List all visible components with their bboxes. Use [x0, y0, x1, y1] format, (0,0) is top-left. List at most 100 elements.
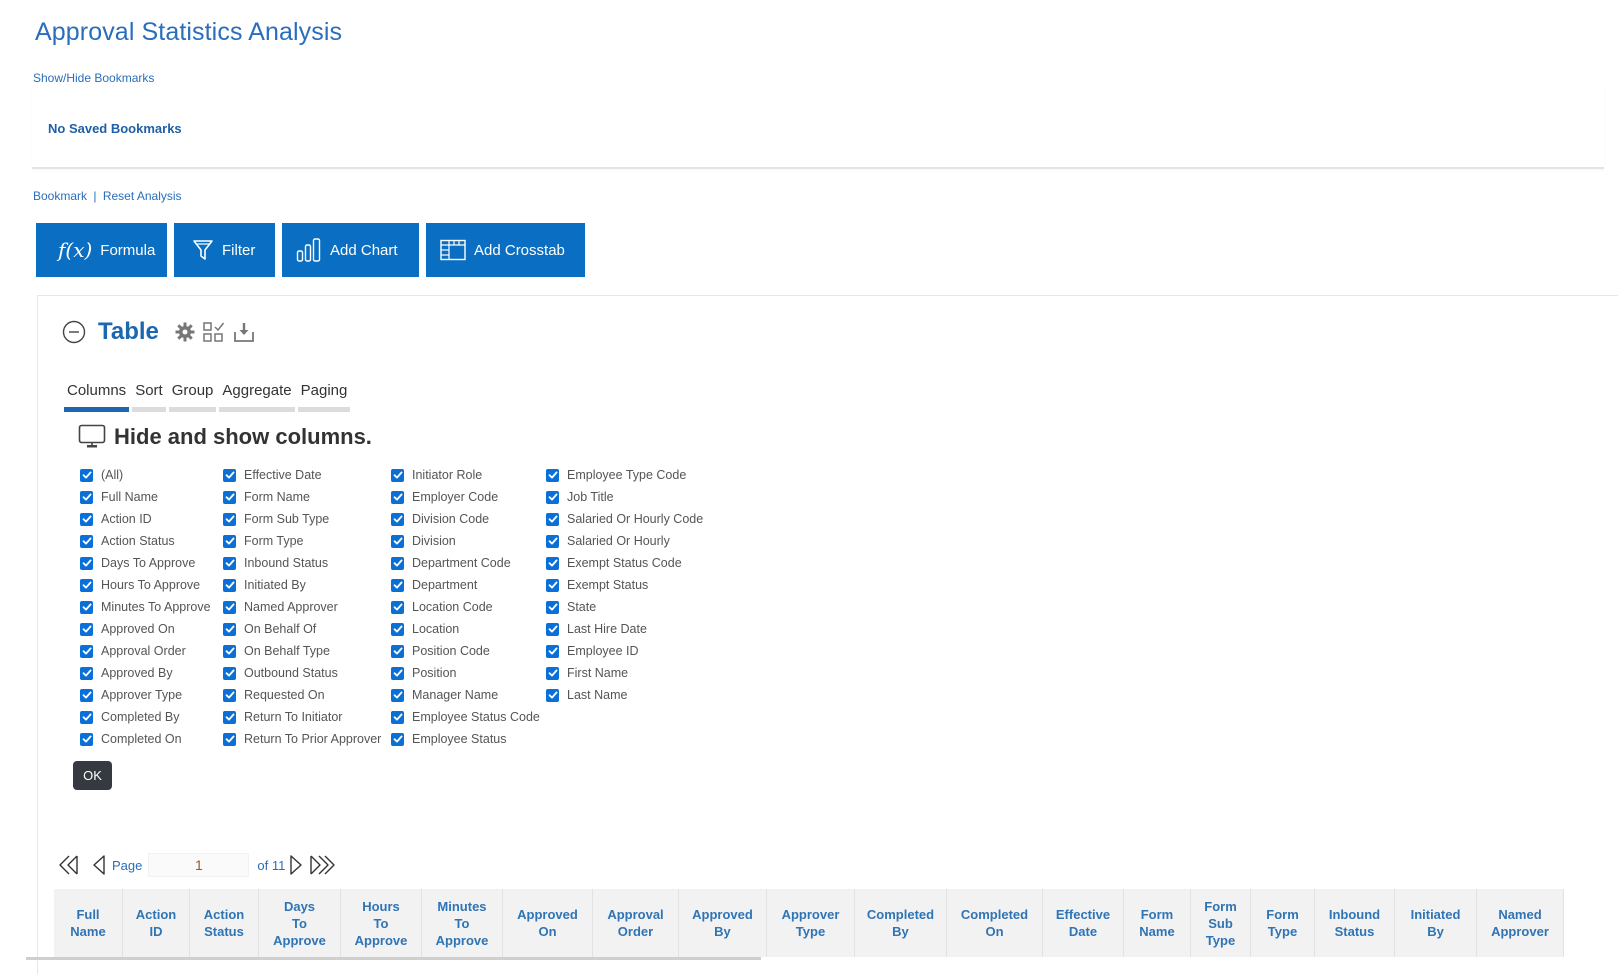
column-header[interactable]: Approval Order [593, 889, 679, 957]
checkbox-checked-icon[interactable] [80, 468, 93, 482]
next-page-icon[interactable] [289, 854, 303, 876]
column-toggle[interactable]: Exempt Status Code [546, 552, 746, 574]
column-toggle[interactable]: Approved By [80, 662, 223, 684]
column-toggle[interactable]: Return To Initiator [223, 706, 391, 728]
column-toggle[interactable]: Form Name [223, 486, 391, 508]
column-toggle[interactable]: Position [391, 662, 546, 684]
column-header[interactable]: Approver Type [767, 889, 855, 957]
column-toggle[interactable]: Completed On [80, 728, 223, 750]
column-toggle[interactable]: Salaried Or Hourly [546, 530, 746, 552]
show-hide-bookmarks-link[interactable]: Show/Hide Bookmarks [33, 71, 154, 85]
column-toggle[interactable]: Minutes To Approve [80, 596, 223, 618]
column-toggle[interactable]: Initiated By [223, 574, 391, 596]
column-toggle[interactable]: Named Approver [223, 596, 391, 618]
column-toggle[interactable]: Employer Code [391, 486, 546, 508]
column-toggle[interactable]: Last Name [546, 684, 746, 706]
column-toggle[interactable]: Department Code [391, 552, 546, 574]
checkbox-checked-icon[interactable] [223, 468, 236, 482]
column-header[interactable]: Completed On [947, 889, 1043, 957]
column-toggle[interactable]: State [546, 596, 746, 618]
checkbox-checked-icon[interactable] [80, 688, 93, 702]
column-header[interactable]: Days To Approve [259, 889, 341, 957]
column-toggle[interactable]: (All) [80, 464, 223, 486]
add-crosstab-button[interactable]: Add Crosstab [426, 223, 585, 277]
column-toggle[interactable]: Action Status [80, 530, 223, 552]
checkbox-checked-icon[interactable] [223, 732, 236, 746]
checkbox-checked-icon[interactable] [546, 666, 559, 680]
checkbox-checked-icon[interactable] [391, 534, 404, 548]
page-number-input[interactable] [148, 853, 250, 877]
checkbox-checked-icon[interactable] [546, 688, 559, 702]
checkbox-checked-icon[interactable] [391, 556, 404, 570]
column-toggle[interactable]: On Behalf Of [223, 618, 391, 640]
checkbox-checked-icon[interactable] [223, 490, 236, 504]
column-toggle[interactable]: Hours To Approve [80, 574, 223, 596]
horizontal-scrollbar[interactable] [26, 957, 761, 960]
last-page-icon[interactable] [309, 854, 337, 876]
checkbox-checked-icon[interactable] [223, 644, 236, 658]
checkbox-checked-icon[interactable] [223, 666, 236, 680]
checkbox-checked-icon[interactable] [546, 534, 559, 548]
checkbox-checked-icon[interactable] [80, 622, 93, 636]
checkbox-checked-icon[interactable] [80, 732, 93, 746]
tab-aggregate[interactable]: Aggregate [219, 382, 295, 412]
column-toggle[interactable]: Employee Status [391, 728, 546, 750]
column-toggle[interactable]: Form Type [223, 530, 391, 552]
checkbox-checked-icon[interactable] [223, 578, 236, 592]
reset-analysis-link[interactable]: Reset Analysis [103, 189, 182, 203]
column-toggle[interactable]: Employee Type Code [546, 464, 746, 486]
column-header[interactable]: Form Sub Type [1191, 889, 1251, 957]
column-toggle[interactable]: Division [391, 530, 546, 552]
checkbox-checked-icon[interactable] [546, 578, 559, 592]
column-header[interactable]: Action Status [190, 889, 259, 957]
column-header[interactable]: Full Name [54, 889, 123, 957]
tab-paging[interactable]: Paging [297, 382, 351, 412]
gear-icon[interactable] [175, 322, 195, 342]
column-toggle[interactable]: Inbound Status [223, 552, 391, 574]
checkbox-checked-icon[interactable] [80, 512, 93, 526]
checkbox-checked-icon[interactable] [80, 556, 93, 570]
ok-button[interactable]: OK [73, 761, 112, 790]
formula-button[interactable]: f(x) Formula [36, 223, 167, 277]
checkbox-checked-icon[interactable] [546, 622, 559, 636]
checkbox-checked-icon[interactable] [223, 534, 236, 548]
column-header[interactable]: Form Type [1251, 889, 1315, 957]
column-header[interactable]: Initiated By [1395, 889, 1477, 957]
checkbox-checked-icon[interactable] [546, 600, 559, 614]
checkbox-checked-icon[interactable] [391, 688, 404, 702]
checkbox-checked-icon[interactable] [546, 512, 559, 526]
checkbox-checked-icon[interactable] [223, 556, 236, 570]
column-toggle[interactable]: Form Sub Type [223, 508, 391, 530]
checkbox-checked-icon[interactable] [391, 468, 404, 482]
column-toggle[interactable]: First Name [546, 662, 746, 684]
column-header[interactable]: Form Name [1124, 889, 1191, 957]
download-icon[interactable] [233, 321, 255, 343]
column-toggle[interactable]: Full Name [80, 486, 223, 508]
column-header[interactable]: Inbound Status [1315, 889, 1395, 957]
checkbox-checked-icon[interactable] [391, 622, 404, 636]
checkbox-checked-icon[interactable] [80, 534, 93, 548]
checkbox-checked-icon[interactable] [223, 622, 236, 636]
column-toggle[interactable]: Requested On [223, 684, 391, 706]
checkbox-checked-icon[interactable] [546, 644, 559, 658]
column-header[interactable]: Minutes To Approve [422, 889, 503, 957]
column-toggle[interactable]: Effective Date [223, 464, 391, 486]
column-toggle[interactable]: On Behalf Type [223, 640, 391, 662]
checkbox-checked-icon[interactable] [391, 600, 404, 614]
column-toggle[interactable]: Outbound Status [223, 662, 391, 684]
column-toggle[interactable]: Manager Name [391, 684, 546, 706]
column-toggle[interactable]: Department [391, 574, 546, 596]
checkbox-checked-icon[interactable] [391, 644, 404, 658]
column-toggle[interactable]: Salaried Or Hourly Code [546, 508, 746, 530]
checkbox-checked-icon[interactable] [223, 600, 236, 614]
column-toggle[interactable]: Approval Order [80, 640, 223, 662]
column-toggle[interactable]: Completed By [80, 706, 223, 728]
checkbox-checked-icon[interactable] [80, 644, 93, 658]
checkbox-checked-icon[interactable] [80, 578, 93, 592]
checkbox-checked-icon[interactable] [391, 710, 404, 724]
checkbox-checked-icon[interactable] [391, 666, 404, 680]
column-header[interactable]: Effective Date [1043, 889, 1124, 957]
checkbox-checked-icon[interactable] [546, 490, 559, 504]
add-chart-button[interactable]: Add Chart [282, 223, 419, 277]
checkbox-checked-icon[interactable] [80, 490, 93, 504]
